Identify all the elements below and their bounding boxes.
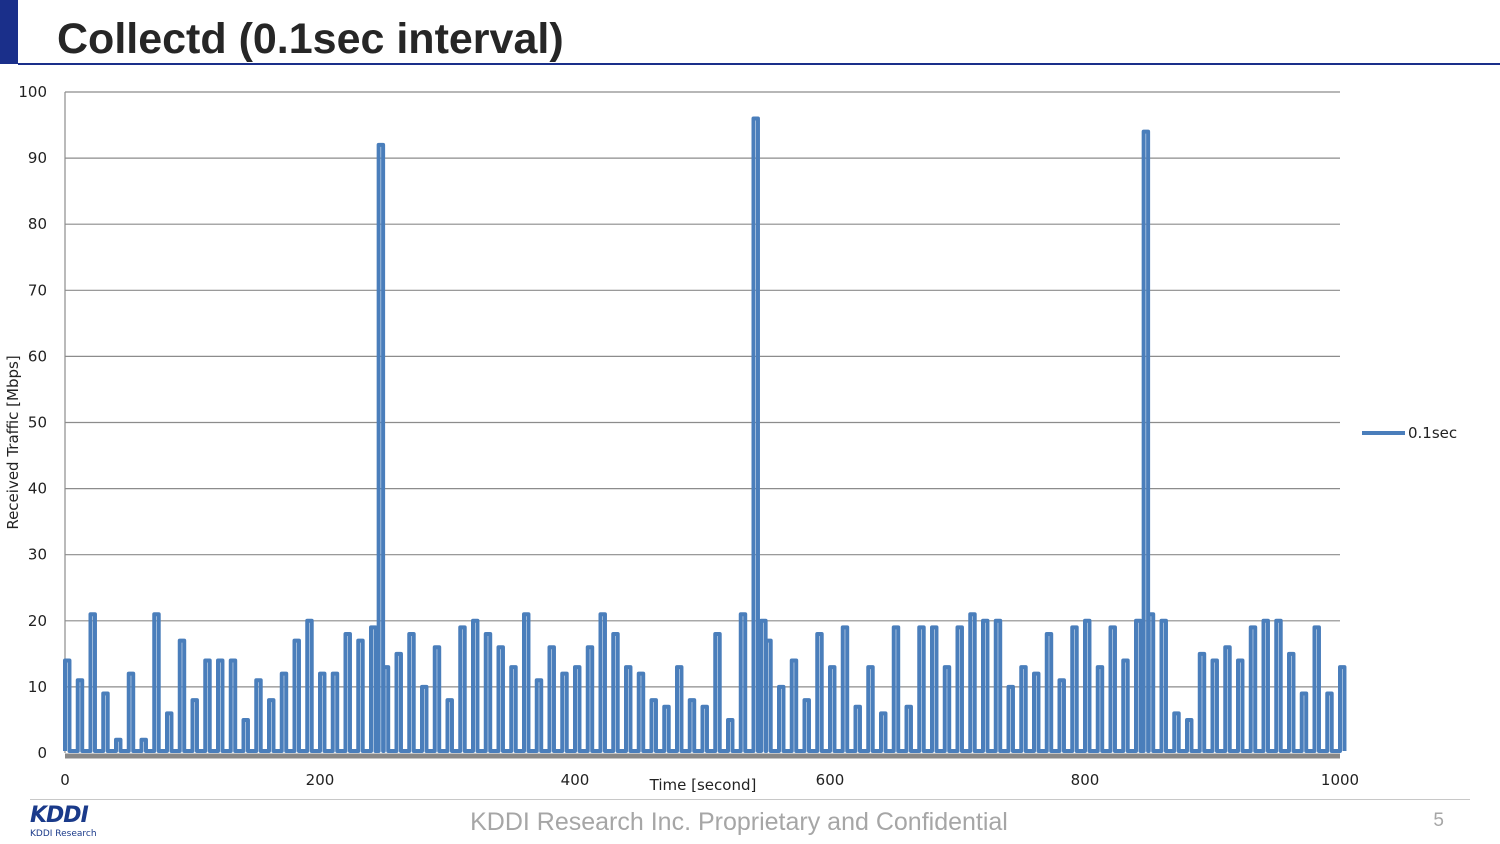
legend-label-0-1sec: 0.1sec <box>1408 424 1457 442</box>
y-tick-label-70: 70 <box>28 281 47 299</box>
y-tick-label-50: 50 <box>28 414 47 432</box>
y-tick-label-60: 60 <box>28 347 47 365</box>
title-underline <box>18 63 1500 65</box>
y-axis-title: Received Traffic [Mbps] <box>4 355 22 529</box>
y-tick-label-20: 20 <box>28 612 47 630</box>
series-layer <box>63 116 1347 753</box>
chart-canvas: 0 10 20 30 40 50 60 70 80 90 100 0 200 400 600 800 1000… <box>4 83 1457 794</box>
title-accent-bar <box>0 0 18 64</box>
slide-title: Collectd (0.1sec interval) <box>57 15 564 63</box>
x-tick-label-200: 200 <box>306 771 335 789</box>
y-tick-label-0: 0 <box>37 744 47 762</box>
x-tick-label-600: 600 <box>816 771 845 789</box>
x-tick-label-800: 800 <box>1071 771 1100 789</box>
page-number: 5 <box>1433 810 1444 831</box>
y-tick-label-10: 10 <box>28 678 47 696</box>
y-tick-label-40: 40 <box>28 480 47 498</box>
chart-legend: 0.1sec <box>1362 424 1457 442</box>
x-tick-label-1000: 1000 <box>1321 771 1359 789</box>
footer-rule <box>30 799 1470 800</box>
y-tick-labels: 0 10 20 30 40 50 60 70 80 90 100 <box>18 83 47 762</box>
y-tick-label-90: 90 <box>28 149 47 167</box>
x-tick-label-400: 400 <box>561 771 590 789</box>
y-tick-label-80: 80 <box>28 215 47 233</box>
traffic-chart: 0 10 20 30 40 50 60 70 80 90 100 0 200 400 600 800 1000… <box>0 72 1500 802</box>
y-tick-label-30: 30 <box>28 546 47 564</box>
x-tick-label-0: 0 <box>60 771 70 789</box>
footer-confidential: KDDI Research Inc. Proprietary and Confi… <box>470 808 1008 836</box>
series-line-0-1sec <box>63 116 1347 753</box>
y-tick-label-100: 100 <box>18 83 47 101</box>
x-axis-title: Time [second] <box>649 776 757 794</box>
